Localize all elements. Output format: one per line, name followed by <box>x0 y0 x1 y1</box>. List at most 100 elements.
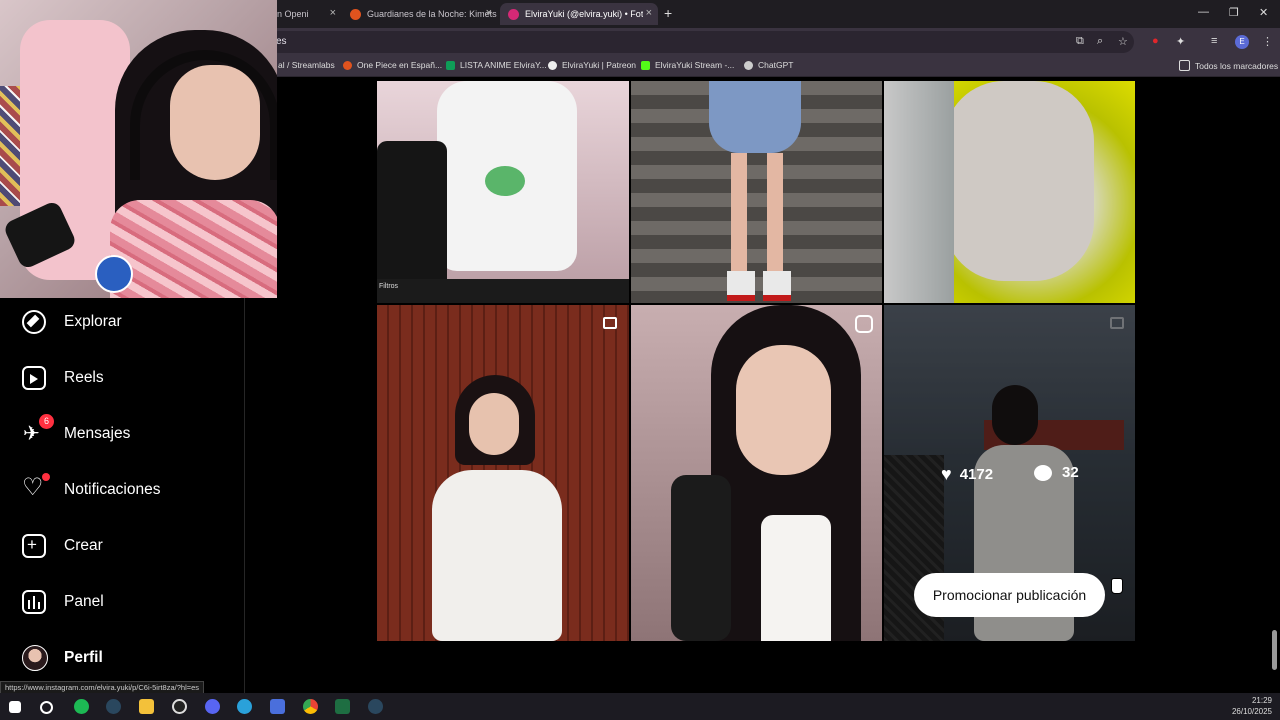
skirt-shape <box>709 81 801 153</box>
likes-count: 4172 <box>959 466 994 483</box>
extensions-icon[interactable]: ✦ <box>1176 35 1185 48</box>
tab-title: ElviraYuki (@elvira.yuki) • Fotos <box>525 9 643 19</box>
promote-post-button[interactable]: Promocionar publicación <box>914 573 1105 617</box>
top-shape <box>761 515 831 641</box>
post-thumbnail[interactable] <box>377 305 629 641</box>
restore-button[interactable]: ❐ <box>1229 6 1239 19</box>
hand-cursor-icon <box>1111 578 1123 594</box>
likes-stat: ♥ 4172 <box>941 464 993 485</box>
sidebar-item-label: Notificaciones <box>64 481 161 498</box>
page-scrollbar[interactable] <box>1270 78 1278 693</box>
files-icon[interactable] <box>139 699 154 714</box>
face-shape <box>736 345 831 475</box>
leg-shape <box>767 153 783 273</box>
tab-title: Guardianes de la Noche: Kimets <box>367 9 497 19</box>
profile-avatar <box>22 645 48 671</box>
channel-logo <box>95 255 133 293</box>
post-thumbnail[interactable] <box>884 81 1135 303</box>
streamer-body <box>110 200 277 298</box>
opera-icon[interactable]: ● <box>1152 35 1159 47</box>
close-tab-icon[interactable]: × <box>330 7 336 19</box>
plus-square-icon: + <box>22 534 46 558</box>
leg-shape <box>731 153 747 273</box>
windows-icon[interactable] <box>9 701 21 713</box>
tab-3-active[interactable]: ElviraYuki (@elvira.yuki) • Fotos × <box>500 3 658 25</box>
tab-2[interactable]: Guardianes de la Noche: Kimets × <box>342 3 498 25</box>
sidebar-item-panel[interactable]: Panel <box>22 587 104 617</box>
address-bar[interactable]: es <box>268 31 1134 53</box>
messenger-icon: ✈ 6 <box>22 414 54 446</box>
heart-icon: ♡ <box>22 473 50 502</box>
bookmark-item[interactable]: LISTA ANIME ElviraY... <box>446 60 547 70</box>
zoom-icon[interactable]: ⌕ <box>1097 35 1103 48</box>
post-thumbnail[interactable] <box>631 81 882 303</box>
bookmark-item[interactable]: ChatGPT <box>744 60 793 70</box>
filtros-label: Filtros <box>379 283 399 290</box>
new-tab-button[interactable]: + <box>664 5 672 21</box>
clock-time: 21:29 <box>1251 696 1272 705</box>
cast-icon[interactable]: ⧉ <box>1076 35 1084 48</box>
folder-icon <box>1179 60 1190 71</box>
post-thumbnail[interactable] <box>631 305 882 641</box>
sidebar-item-reels[interactable]: Reels <box>22 363 104 393</box>
carousel-icon <box>603 317 617 329</box>
sheets-icon <box>446 60 455 70</box>
scrollbar-thumb[interactable] <box>1272 630 1277 670</box>
steam2-icon[interactable] <box>368 699 383 714</box>
spotify-icon[interactable] <box>74 699 89 714</box>
sidebar-item-crear[interactable]: + Crear <box>22 531 103 561</box>
sidebar-item-label: Panel <box>64 593 104 610</box>
patreon-icon <box>548 60 557 70</box>
discord-icon[interactable] <box>205 699 220 714</box>
profile-avatar[interactable]: E <box>1235 35 1249 49</box>
system-clock[interactable]: 21:29 26/10/2025 <box>1232 695 1272 717</box>
sidebar-item-label: Reels <box>64 369 104 386</box>
kick-icon <box>641 60 650 70</box>
notification-dot <box>42 473 50 481</box>
sidebar-item-notificaciones[interactable]: ♡ Notificaciones <box>22 473 161 505</box>
chrome-icon[interactable] <box>303 699 318 714</box>
reel-icon <box>855 315 873 333</box>
messages-badge: 6 <box>39 414 54 429</box>
search-icon[interactable] <box>40 701 53 714</box>
steam-icon[interactable] <box>106 699 121 714</box>
close-tab-icon[interactable]: × <box>486 7 492 19</box>
sidebar-item-perfil[interactable]: Perfil <box>22 643 103 673</box>
desk-shape <box>377 279 629 303</box>
shoe-shape <box>727 271 755 301</box>
close-tab-icon[interactable]: × <box>646 7 652 19</box>
clock-date: 26/10/2025 <box>1231 707 1272 716</box>
reels-icon <box>22 366 46 390</box>
instagram-sidebar: Explorar Reels ✈ 6 Mensajes ♡ Notificaci… <box>0 298 245 693</box>
bookmark-item[interactable]: One Piece en Españ... <box>343 60 442 70</box>
post-thumbnail[interactable] <box>377 81 629 303</box>
minimize-button[interactable]: — <box>1198 6 1209 18</box>
photo-figure <box>944 81 1094 281</box>
instagram-favicon-icon <box>508 8 519 20</box>
bookmark-item[interactable]: al / Streamlabs <box>278 60 335 70</box>
obs-icon[interactable] <box>172 699 187 714</box>
telegram-icon[interactable] <box>237 699 252 714</box>
shoe-shape <box>763 271 791 301</box>
sidebar-item-explorar[interactable]: Explorar <box>22 307 122 337</box>
webcam-overlay <box>0 0 277 298</box>
taskbar: 21:29 26/10/2025 <box>0 693 1280 720</box>
app-icon[interactable] <box>270 699 285 714</box>
chatgpt-icon <box>744 60 753 70</box>
bookmark-item[interactable]: ElviraYuki Stream -... <box>641 60 734 70</box>
sidebar-item-mensajes[interactable]: ✈ 6 Mensajes <box>22 414 130 449</box>
star-icon[interactable]: ☆ <box>1118 35 1128 48</box>
dress-shape <box>432 470 562 641</box>
all-bookmarks[interactable]: Todos los marcadores <box>1179 60 1278 71</box>
heart-icon: ♥ <box>941 464 952 484</box>
menu-icon[interactable]: ⋮ <box>1262 35 1273 48</box>
close-window-button[interactable]: ✕ <box>1259 6 1268 19</box>
excel-icon[interactable] <box>335 699 350 714</box>
bookmark-item[interactable]: ElviraYuki | Patreon <box>548 60 636 70</box>
compass-icon <box>22 310 46 334</box>
comment-icon <box>1034 464 1052 481</box>
bookmark-favicon-icon <box>343 60 352 70</box>
tablist-icon[interactable]: ≡ <box>1211 35 1217 47</box>
alien-print <box>485 166 525 196</box>
sidebar-item-label: Explorar <box>64 313 122 330</box>
